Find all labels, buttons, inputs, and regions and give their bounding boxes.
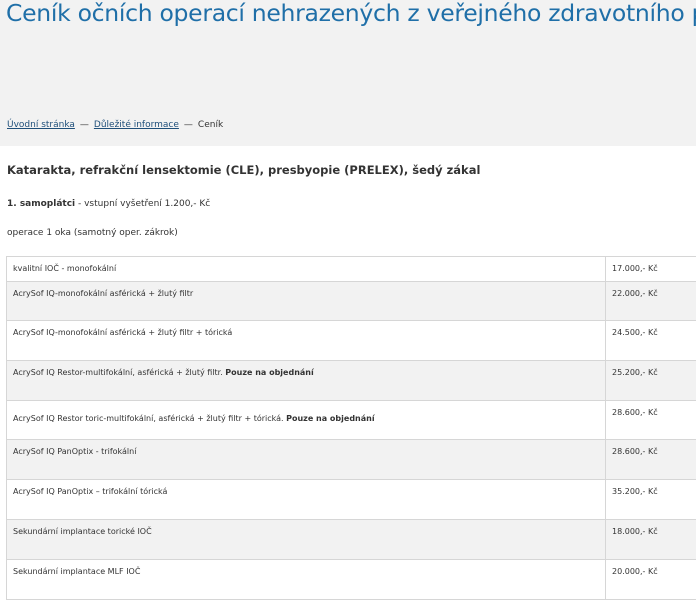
breadcrumb-link-home[interactable]: Úvodní stránka — [7, 120, 75, 130]
row-name-cell: Sekundární implantace MLF IOČ — [7, 560, 606, 600]
row-price: 18.000,- Kč — [612, 527, 658, 536]
section-heading: Katarakta, refrakční lensektomie (CLE), … — [7, 163, 480, 177]
row-price: 25.200,- Kč — [612, 368, 658, 377]
table-row: AcrySof IQ Restor toric-multifokální, as… — [7, 401, 696, 440]
page-title: Ceník očních operací nehrazených z veřej… — [6, 0, 696, 27]
row-name-cell: AcrySof IQ-monofokální asférická + žlutý… — [7, 321, 606, 361]
row-name-cell: AcrySof IQ Restor toric-multifokální, as… — [7, 401, 606, 440]
row-name: Sekundární implantace torické IOČ — [13, 527, 152, 536]
breadcrumb-separator: — — [184, 120, 193, 130]
table-row: AcrySof IQ PanOptix - trifokální 28.600,… — [7, 440, 696, 480]
row-name-cell: AcrySof IQ Restor-multifokální, asférick… — [7, 361, 606, 401]
breadcrumb-link-info[interactable]: Důležité informace — [94, 120, 179, 130]
row-name-cell: AcrySof IQ PanOptix - trifokální — [7, 440, 606, 480]
row-name: AcrySof IQ Restor-multifokální, asférick… — [13, 368, 225, 377]
row-price-cell: 18.000,- Kč — [606, 520, 696, 560]
table-row: Sekundární implantace MLF IOČ 20.000,- K… — [7, 560, 696, 600]
row-price-cell: 35.200,- Kč — [606, 480, 696, 520]
table-row: AcrySof IQ PanOptix – trifokální tórická… — [7, 480, 696, 520]
row-price-cell: 17.000,- Kč — [606, 257, 696, 282]
row-price: 28.600,- Kč — [612, 447, 658, 456]
row-price: 28.600,- Kč — [612, 408, 658, 417]
row-name-cell: Sekundární implantace torické IOČ — [7, 520, 606, 560]
row-name: AcrySof IQ-monofokální asférická + žlutý… — [13, 328, 232, 337]
price-table: kvalitní IOČ - monofokální 17.000,- Kč A… — [6, 256, 696, 600]
table-row: AcrySof IQ Restor-multifokální, asférick… — [7, 361, 696, 401]
row-name-cell: AcrySof IQ-monofokální asférická + žlutý… — [7, 282, 606, 321]
table-row: kvalitní IOČ - monofokální 17.000,- Kč — [7, 257, 696, 282]
row-name: AcrySof IQ PanOptix - trifokální — [13, 447, 136, 456]
row-price-cell: 28.600,- Kč — [606, 440, 696, 480]
breadcrumb-current: Ceník — [198, 120, 223, 130]
page-header: Ceník očních operací nehrazených z veřej… — [0, 0, 696, 146]
row-price: 35.200,- Kč — [612, 487, 658, 496]
payer-label: 1. samoplátci — [7, 199, 75, 209]
operation-label: operace 1 oka (samotný oper. zákrok) — [7, 228, 178, 238]
row-name: Sekundární implantace MLF IOČ — [13, 567, 140, 576]
payer-detail: - vstupní vyšetření 1.200,- Kč — [75, 199, 210, 209]
row-price: 20.000,- Kč — [612, 567, 658, 576]
row-price: 22.000,- Kč — [612, 289, 658, 298]
row-name: AcrySof IQ-monofokální asférická + žlutý… — [13, 289, 193, 298]
order-only-note: Pouze na objednání — [286, 414, 374, 423]
row-name: kvalitní IOČ - monofokální — [13, 264, 116, 273]
table-row: AcrySof IQ-monofokální asférická + žlutý… — [7, 282, 696, 321]
table-row: AcrySof IQ-monofokální asférická + žlutý… — [7, 321, 696, 361]
row-price-cell: 24.500,- Kč — [606, 321, 696, 361]
row-price-cell: 25.200,- Kč — [606, 361, 696, 401]
row-price-cell: 28.600,- Kč — [606, 401, 696, 440]
row-price: 24.500,- Kč — [612, 328, 658, 337]
breadcrumb: Úvodní stránka — Důležité informace — Ceník — [7, 120, 223, 130]
order-only-note: Pouze na objednání — [225, 368, 313, 377]
row-name: AcrySof IQ Restor toric-multifokální, as… — [13, 414, 286, 423]
row-name-cell: AcrySof IQ PanOptix – trifokální tórická — [7, 480, 606, 520]
breadcrumb-separator: — — [80, 120, 89, 130]
row-price: 17.000,- Kč — [612, 264, 658, 273]
row-price-cell: 22.000,- Kč — [606, 282, 696, 321]
payer-line: 1. samoplátci - vstupní vyšetření 1.200,… — [7, 199, 210, 209]
row-price-cell: 20.000,- Kč — [606, 560, 696, 600]
row-name: AcrySof IQ PanOptix – trifokální tórická — [13, 487, 167, 496]
row-name-cell: kvalitní IOČ - monofokální — [7, 257, 606, 282]
table-row: Sekundární implantace torické IOČ 18.000… — [7, 520, 696, 560]
